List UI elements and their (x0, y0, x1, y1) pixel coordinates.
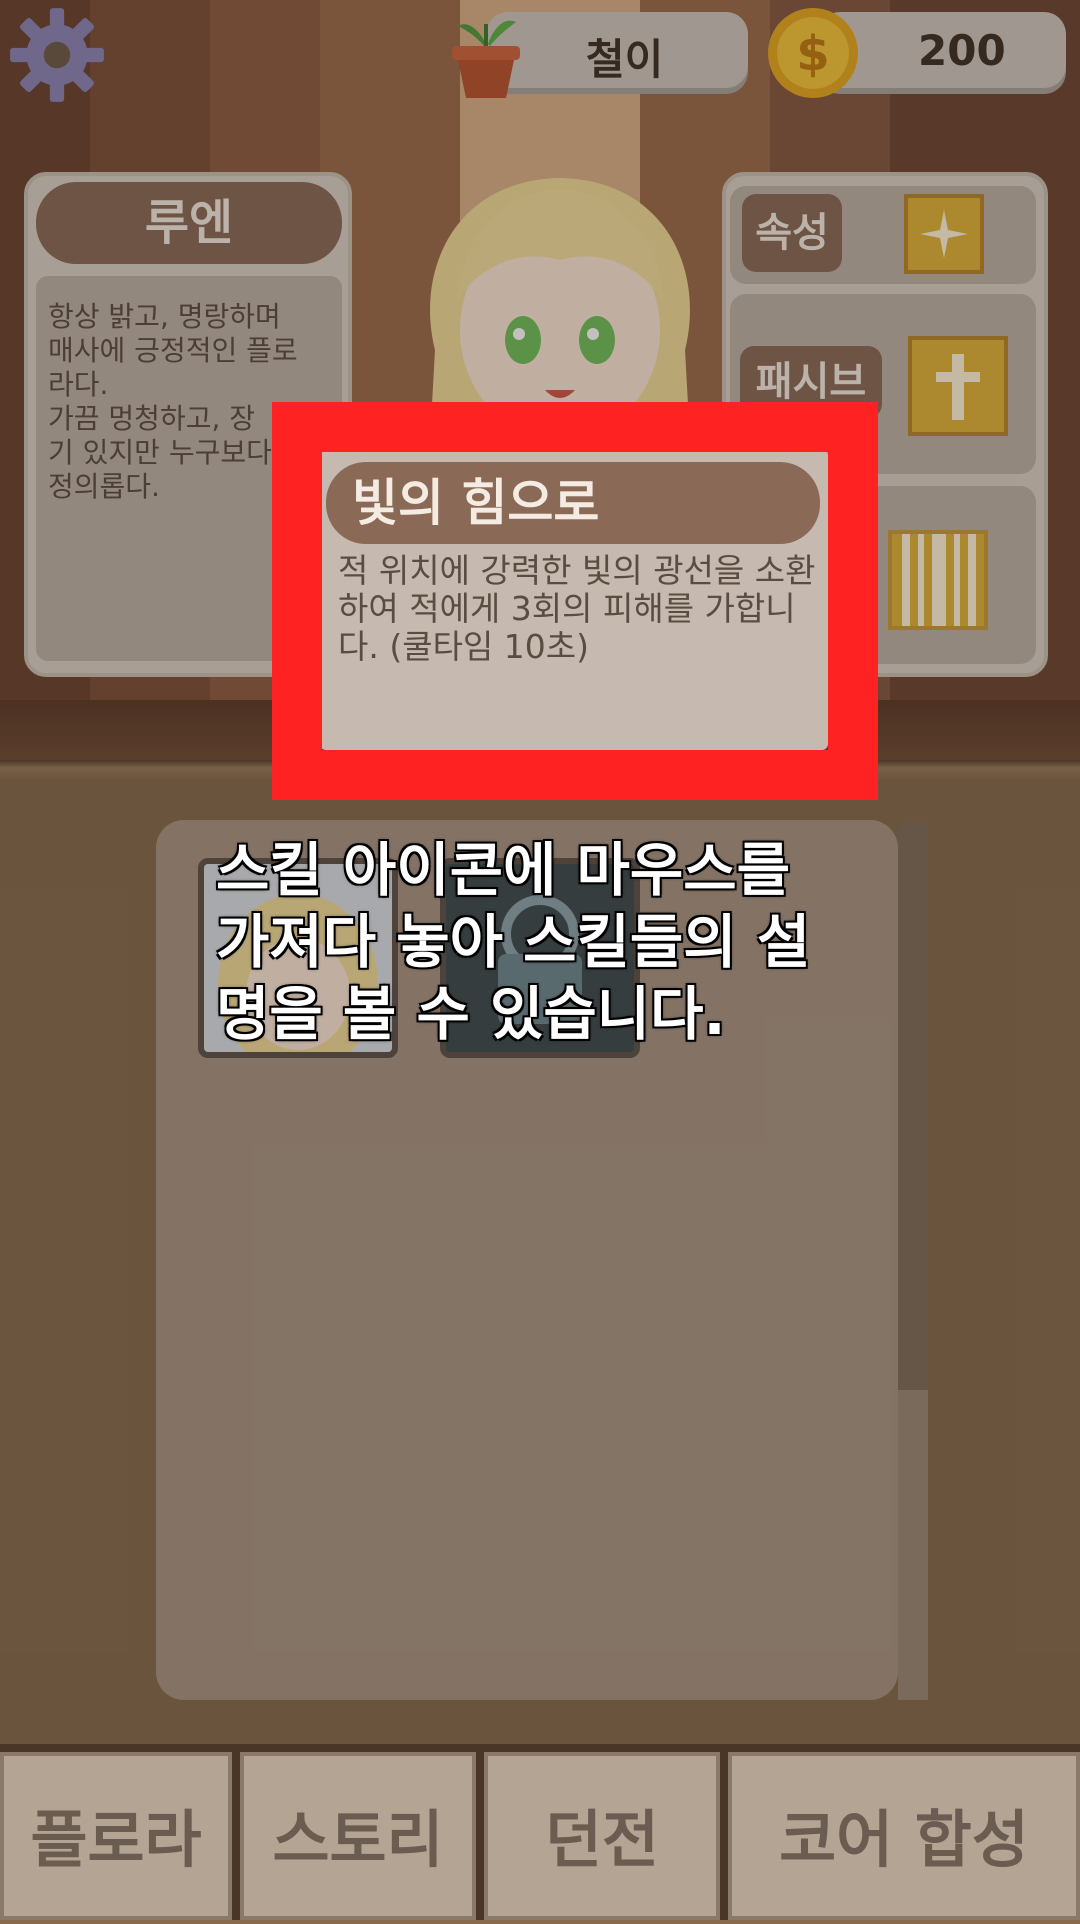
nav-core-synthesis-button[interactable]: 코어 합성 (728, 1752, 1080, 1920)
tutorial-highlight-frame (272, 402, 878, 800)
nav-dungeon-button[interactable]: 던전 (484, 1752, 720, 1920)
tutorial-caption: 스킬 아이콘에 마우스를 가져다 놓아 스킬들의 설 명을 볼 수 있습니다. (216, 836, 811, 1048)
nav-flora-button[interactable]: 플로라 (0, 1752, 232, 1920)
nav-story-button[interactable]: 스토리 (240, 1752, 476, 1920)
